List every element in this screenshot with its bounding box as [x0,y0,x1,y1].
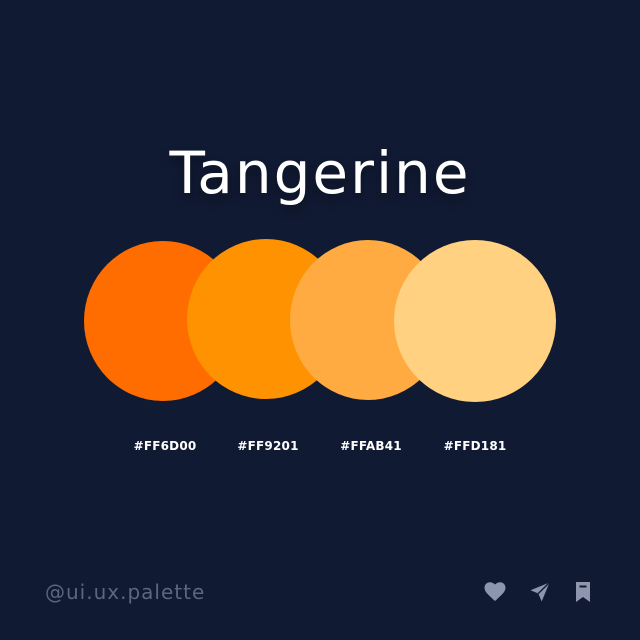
hex-code-2: #FF9201 [237,439,299,453]
heart-icon-graphic [484,582,506,601]
hex-code-4: #FFD181 [443,439,507,453]
send-icon-graphic [530,582,550,602]
palette-card: Tangerine #FF6D00 #FF9201 #FFAB41 #FFD18… [0,0,640,640]
hex-code-3: #FFAB41 [340,439,402,453]
hex-code-1: #FF6D00 [133,439,197,453]
bookmark-icon[interactable] [571,580,595,604]
color-swatch-4 [394,240,556,402]
account-handle: @ui.ux.palette [45,580,206,604]
palette-title: Tangerine [169,139,471,207]
bookmark-icon-graphic [576,582,590,602]
heart-icon[interactable] [483,580,507,604]
send-icon[interactable] [528,580,552,604]
